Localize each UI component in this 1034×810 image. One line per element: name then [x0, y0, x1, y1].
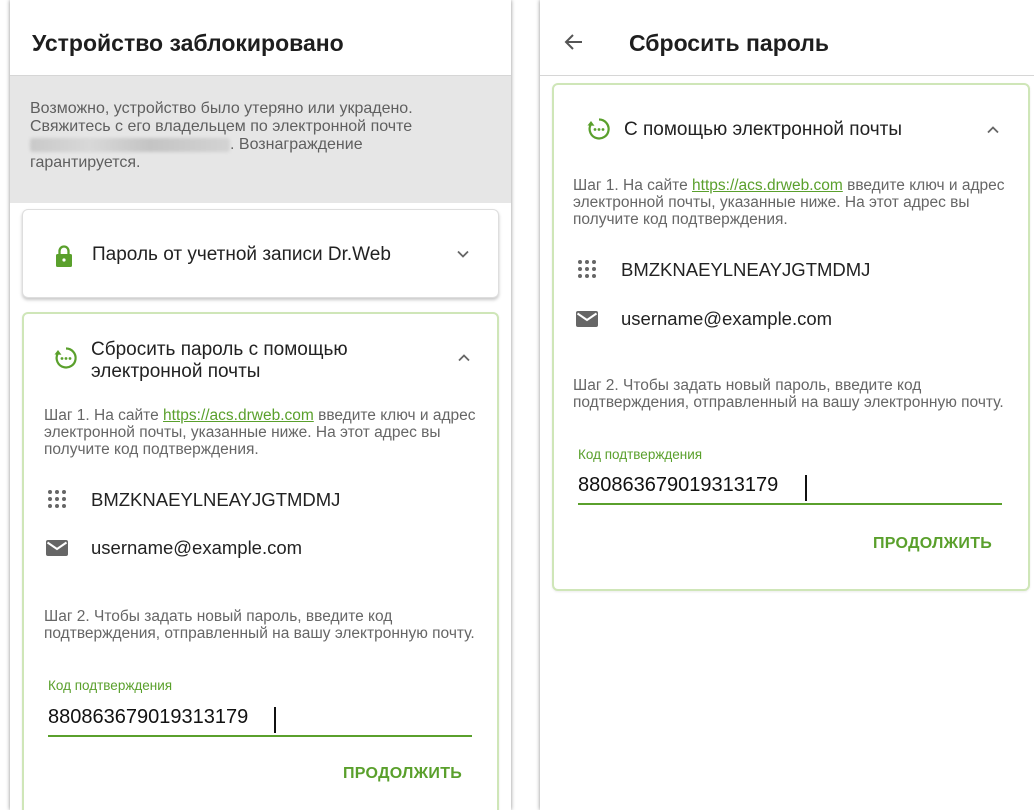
banner-text-start: Возможно, устройство было утеряно или ук…	[30, 100, 413, 135]
acs-link[interactable]: https://acs.drweb.com	[692, 177, 843, 194]
device-key: BMZKNAEYLNEAYJGTMDMJ	[621, 259, 871, 280]
reset-password-card: Сбросить пароль с помощью электронной по…	[22, 312, 499, 810]
keypad-icon	[575, 258, 599, 282]
lost-device-banner: Возможно, устройство было утеряно или ук…	[10, 76, 511, 203]
step-1-prefix: Шаг 1. На сайте	[573, 177, 693, 194]
owner-email: username@example.com	[621, 308, 833, 329]
text-caret	[274, 707, 276, 733]
card-title: С помощью электронной почты	[624, 119, 902, 140]
chevron-up-icon[interactable]	[985, 122, 1001, 138]
chevron-up-icon[interactable]	[456, 350, 472, 366]
mail-icon	[575, 307, 599, 331]
step-1-text: Шаг 1. На сайте https://acs.drweb.com вв…	[44, 407, 484, 458]
step-2-text: Шаг 2. Чтобы задать новый пароль, введит…	[44, 608, 475, 642]
step-1-text: Шаг 1. На сайте https://acs.drweb.com вв…	[573, 177, 1013, 228]
continue-button[interactable]: ПРОДОЛЖИТЬ	[343, 765, 462, 783]
left-screen: Устройство заблокировано Возможно, устро…	[10, 0, 511, 810]
app-bar: Устройство заблокировано	[10, 0, 511, 76]
email-reset-card: С помощью электронной почты Шаг 1. На са…	[552, 83, 1030, 591]
app-bar: Сбросить пароль	[540, 0, 1034, 76]
email-row: username@example.com	[575, 307, 832, 331]
device-key: BMZKNAEYLNEAYJGTMDMJ	[91, 489, 341, 510]
arrow-back-icon[interactable]	[562, 30, 586, 54]
acs-link[interactable]: https://acs.drweb.com	[163, 407, 314, 424]
page-title: Сбросить пароль	[629, 30, 829, 56]
reset-icon	[587, 118, 610, 140]
key-row: BMZKNAEYLNEAYJGTMDMJ	[45, 488, 340, 512]
confirmation-code-input[interactable]	[578, 474, 1002, 505]
mail-icon	[45, 536, 69, 560]
chevron-down-icon[interactable]	[455, 246, 471, 262]
account-password-card[interactable]: Пароль от учетной записи Dr.Web	[22, 209, 499, 298]
reset-icon	[54, 347, 77, 369]
code-field-label: Код подтверждения	[48, 678, 173, 693]
owner-email: username@example.com	[91, 537, 303, 558]
account-password-label: Пароль от учетной записи Dr.Web	[92, 244, 391, 265]
continue-button[interactable]: ПРОДОЛЖИТЬ	[873, 535, 992, 553]
confirmation-code-input[interactable]	[48, 706, 472, 737]
right-screen: Сбросить пароль С помощью электронной по…	[540, 0, 1034, 810]
step-1-prefix: Шаг 1. На сайте	[44, 407, 164, 424]
email-row: username@example.com	[45, 536, 302, 560]
text-caret	[805, 475, 807, 501]
step-2-text: Шаг 2. Чтобы задать новый пароль, введит…	[573, 377, 1004, 411]
blurred-email	[30, 137, 230, 152]
reset-card-title: Сбросить пароль с помощью электронной по…	[91, 339, 348, 382]
page-title: Устройство заблокировано	[32, 30, 344, 56]
key-row: BMZKNAEYLNEAYJGTMDMJ	[575, 258, 870, 282]
lock-icon	[56, 245, 72, 267]
keypad-icon	[45, 488, 69, 512]
code-field-label: Код подтверждения	[578, 447, 703, 462]
